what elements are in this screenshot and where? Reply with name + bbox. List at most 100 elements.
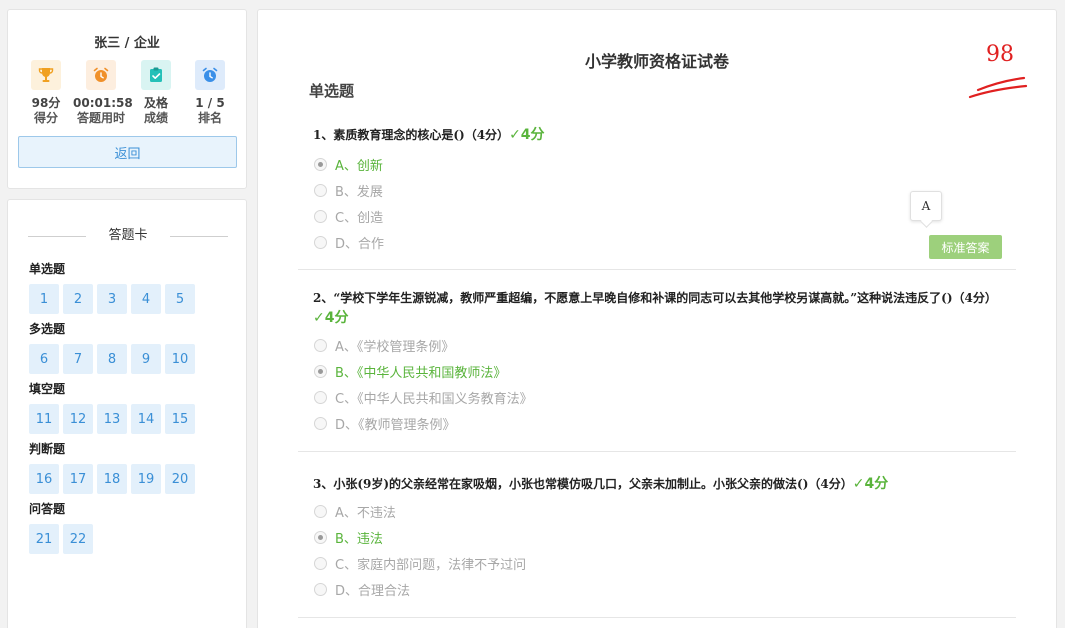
question-stem: 1、素质教育理念的核心是()（4分） — [313, 128, 510, 142]
question-number-button[interactable]: 22 — [63, 524, 93, 554]
section-heading: 单选题 — [309, 82, 355, 100]
answer-sheet-section-essay: 问答题 21 22 — [29, 502, 97, 554]
option-label: C、创造 — [335, 210, 384, 226]
question-number-button[interactable]: 6 — [29, 344, 59, 374]
user-name: 张三 / 企业 — [94, 36, 160, 51]
clipboard-check-icon — [141, 60, 171, 90]
question-stem: 3、小张(9岁)的父亲经常在家吸烟，小张也常模仿吸几口，父亲未加制止。小张父亲的… — [313, 477, 853, 491]
answer-sheet-section-multiple-choice: 多选题 6 7 8 9 10 — [29, 322, 199, 374]
question-text: 2、“学校下学年生源锐减，教师严重超编，不愿意上早晚自修和补课的同志可以去其他学… — [313, 288, 1003, 328]
question-number-button[interactable]: 11 — [29, 404, 59, 434]
question-text: 3、小张(9岁)的父亲经常在家吸烟，小张也常模仿吸几口，父亲未加制止。小张父亲的… — [313, 474, 1003, 494]
option-b[interactable]: B、发展 — [314, 181, 383, 200]
radio-icon[interactable] — [314, 390, 327, 404]
option-d[interactable]: D、合理合法 — [314, 580, 411, 599]
question-2: 2、“学校下学年生源锐减，教师严重超编，不愿意上早晚自修和补课的同志可以去其他学… — [298, 270, 1016, 452]
stat-score: 98分 得分 — [18, 60, 74, 126]
radio-icon[interactable] — [314, 504, 327, 518]
question-number-button[interactable]: 3 — [97, 284, 127, 314]
question-number-button[interactable]: 18 — [97, 464, 127, 494]
section-title: 单选题 — [29, 262, 66, 276]
question-number-button[interactable]: 4 — [131, 284, 161, 314]
stat-label: 排名 — [197, 111, 222, 125]
option-label: C、《中华人民共和国义务教育法》 — [335, 391, 533, 407]
question-number-button[interactable]: 13 — [97, 404, 127, 434]
option-d[interactable]: D、《教师管理条例》 — [314, 414, 456, 433]
option-label: C、家庭内部问题，法律不予过问 — [335, 557, 527, 573]
exam-paper: 小学教师资格证试卷 98 单选题 1、素质教育理念的核心是()（4分）✓4分 A… — [257, 9, 1057, 628]
question-1: 1、素质教育理念的核心是()（4分）✓4分 A、创新 B、发展 C、创造 D、合… — [298, 120, 1016, 270]
answer-sheet-section-single-choice: 单选题 1 2 3 4 5 — [29, 262, 199, 314]
question-number-button[interactable]: 20 — [165, 464, 195, 494]
section-title: 判断题 — [29, 442, 66, 456]
section-title: 问答题 — [29, 502, 66, 516]
option-label: D、《教师管理条例》 — [335, 417, 456, 433]
stat-value: 98分 — [31, 96, 61, 110]
option-label: A、《学校管理条例》 — [335, 339, 455, 355]
question-number-button[interactable]: 19 — [131, 464, 161, 494]
radio-icon[interactable] — [314, 209, 327, 223]
question-number-button[interactable]: 7 — [63, 344, 93, 374]
stat-label: 答题用时 — [76, 111, 125, 125]
question-score: ✓4分 — [313, 310, 349, 326]
radio-icon[interactable] — [314, 364, 327, 378]
option-a[interactable]: A、《学校管理条例》 — [314, 336, 455, 355]
stat-label: 成绩 — [143, 111, 168, 125]
stat-value: 及格 — [143, 96, 168, 110]
option-label: A、不违法 — [335, 505, 396, 521]
exam-title: 小学教师资格证试卷 — [584, 52, 729, 71]
option-c[interactable]: C、《中华人民共和国义务教育法》 — [314, 388, 533, 407]
radio-icon[interactable] — [314, 530, 327, 544]
radio-icon[interactable] — [314, 183, 327, 197]
radio-icon[interactable] — [314, 582, 327, 596]
question-number-button[interactable]: 5 — [165, 284, 195, 314]
answer-sheet-card: 答题卡 单选题 1 2 3 4 5 多选题 6 7 8 9 10 填空题 11 … — [7, 199, 247, 628]
option-a[interactable]: A、创新 — [314, 155, 383, 174]
question-number-button[interactable]: 16 — [29, 464, 59, 494]
question-number-button[interactable]: 15 — [165, 404, 195, 434]
stat-value: 1 / 5 — [195, 96, 225, 110]
question-number-button[interactable]: 2 — [63, 284, 93, 314]
answer-sheet-section-fill-blank: 填空题 11 12 13 14 15 — [29, 382, 199, 434]
option-label: B、违法 — [335, 531, 383, 547]
clock-icon — [195, 60, 225, 90]
question-number-button[interactable]: 9 — [131, 344, 161, 374]
option-label: B、《中华人民共和国教师法》 — [335, 365, 507, 381]
question-number-button[interactable]: 21 — [29, 524, 59, 554]
option-d[interactable]: D、合作 — [314, 233, 384, 252]
standard-answer-button[interactable]: 标准答案 — [929, 235, 1002, 259]
question-stem: 2、“学校下学年生源锐减，教师严重超编，不愿意上早晚自修和补课的同志可以去其他学… — [313, 291, 997, 305]
option-label: B、发展 — [335, 184, 383, 200]
handwritten-score: 98 — [958, 40, 1038, 100]
stat-value: 00:01:58 — [73, 96, 133, 110]
stat-result: 及格 成绩 — [128, 60, 184, 126]
option-label: D、合理合法 — [335, 583, 411, 599]
question-number-button[interactable]: 17 — [63, 464, 93, 494]
question-score: ✓4分 — [852, 476, 889, 492]
option-b[interactable]: B、违法 — [314, 528, 383, 547]
divider — [170, 236, 228, 237]
question-number-button[interactable]: 8 — [97, 344, 127, 374]
radio-icon[interactable] — [314, 157, 327, 171]
radio-icon[interactable] — [314, 338, 327, 352]
section-title: 多选题 — [29, 322, 66, 336]
option-label: A、创新 — [335, 158, 383, 174]
option-c[interactable]: C、家庭内部问题，法律不予过问 — [314, 554, 527, 573]
radio-icon[interactable] — [314, 416, 327, 430]
option-c[interactable]: C、创造 — [314, 207, 384, 226]
option-b[interactable]: B、《中华人民共和国教师法》 — [314, 362, 507, 381]
back-button[interactable]: 返回 — [18, 136, 237, 168]
user-info-card: 张三 / 企业 98分 得分 00:01:58 答题用时 及格 成绩 1 / 5… — [7, 9, 247, 189]
answer-sheet-section-true-false: 判断题 16 17 18 19 20 — [29, 442, 199, 494]
answer-tooltip: A — [910, 191, 942, 221]
question-number-button[interactable]: 1 — [29, 284, 59, 314]
question-3: 3、小张(9岁)的父亲经常在家吸烟，小张也常模仿吸几口，父亲未加制止。小张父亲的… — [298, 452, 1016, 618]
answer-sheet-header: 答题卡 — [28, 228, 228, 244]
alarm-clock-icon — [86, 60, 116, 90]
radio-icon[interactable] — [314, 556, 327, 570]
question-number-button[interactable]: 12 — [63, 404, 93, 434]
radio-icon[interactable] — [314, 235, 327, 249]
option-a[interactable]: A、不违法 — [314, 502, 396, 521]
question-number-button[interactable]: 14 — [131, 404, 161, 434]
question-number-button[interactable]: 10 — [165, 344, 195, 374]
